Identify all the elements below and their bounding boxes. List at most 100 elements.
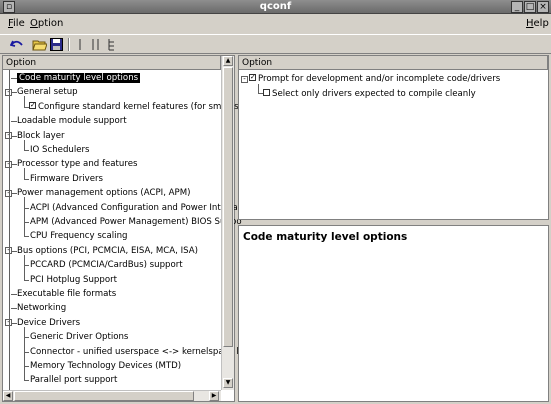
tree-connector-line xyxy=(24,178,29,180)
tree-item-label: Memory Technology Devices (MTD) xyxy=(30,361,182,371)
tree-item-label: Firmware Drivers xyxy=(30,173,104,184)
scroll-left-icon[interactable]: ◀ xyxy=(3,391,13,401)
tree-item-label: Configure standard kernel features (for … xyxy=(38,101,249,112)
tree-hscroll-thumb[interactable] xyxy=(14,391,194,401)
open-folder-icon[interactable] xyxy=(31,37,47,52)
tree-item[interactable]: Code maturity level options xyxy=(17,71,141,86)
tree-branch-line xyxy=(24,168,25,179)
help-title: Code maturity level options xyxy=(243,231,408,243)
menu-option-label: ption xyxy=(37,18,64,29)
tree-branch-line xyxy=(24,326,25,381)
tree-branch-line xyxy=(24,254,25,280)
tree-item-label: APM (Advanced Power Management) BIOS Sup… xyxy=(30,217,242,227)
tree-vertical-scrollbar[interactable]: ▲ ▼ xyxy=(221,56,234,390)
scroll-right-icon[interactable]: ▶ xyxy=(209,391,219,401)
window-title: qconf xyxy=(259,1,292,12)
tree-item-label: PCCARD (PCMCIA/CardBus) support xyxy=(30,260,183,271)
collapse-icon[interactable]: - xyxy=(241,75,248,83)
option-item-label: Prompt for development and/or incomplete… xyxy=(258,74,501,84)
checkbox-icon[interactable]: ✓ xyxy=(249,74,256,81)
checkbox-icon[interactable]: ✓ xyxy=(29,101,36,109)
option-connector-line xyxy=(258,93,263,94)
option-item-label: Select only drivers expected to compile … xyxy=(272,88,476,99)
help-panel: Code maturity level options xyxy=(238,225,549,402)
tree-item[interactable]: PCI Hotplug Support xyxy=(30,273,117,288)
tree-branch-line xyxy=(24,139,25,150)
tree-item-label: Parallel port support xyxy=(30,375,118,386)
tree-item-label: IO Schedulers xyxy=(30,145,90,155)
tree-item[interactable]: CPU Frequency scaling xyxy=(30,229,127,244)
tree-item[interactable]: IO Schedulers xyxy=(30,143,90,158)
tree-item-label: Generic Driver Options xyxy=(30,332,129,343)
scroll-up-icon[interactable]: ▲ xyxy=(223,56,233,66)
split-view-icon[interactable] xyxy=(88,37,104,52)
tree-item[interactable]: ✓ Configure standard kernel features (for… xyxy=(29,100,248,115)
tree-item[interactable]: APM (Advanced Power Management) BIOS Sup… xyxy=(30,215,242,230)
tree-item[interactable]: Processor type and features xyxy=(17,157,137,172)
tree-scroll-thumb[interactable] xyxy=(223,67,233,347)
tree-item-label: Connector - unified userspace <-> kernel… xyxy=(30,346,252,357)
tree-item[interactable]: Power management options (ACPI, APM) xyxy=(17,186,191,201)
menu-file-label: ile xyxy=(13,18,25,29)
config-tree-panel: Option Code maturity level options Genera… xyxy=(2,55,252,402)
option-branch-line xyxy=(258,84,259,93)
tree-item[interactable]: Bus options (PCI, PCMCIA, EISA, MCA, ISA… xyxy=(17,244,198,259)
options-panel: Option ✓ Prompt for development and/or in… xyxy=(238,55,549,220)
menu-bar: File Option Help xyxy=(0,14,551,34)
tree-item[interactable]: General setup xyxy=(17,85,78,100)
tree-item[interactable]: Generic Driver Options xyxy=(30,330,128,345)
save-icon[interactable] xyxy=(48,37,64,52)
tree-item-label: ACPI (Advanced Configuration and Power I… xyxy=(30,202,248,213)
tree-item[interactable]: Memory Technology Devices (MTD) xyxy=(30,359,181,374)
tree-item-label: Networking xyxy=(17,303,67,314)
option-item[interactable]: Select only drivers expected to compile … xyxy=(263,87,476,102)
tree-item[interactable]: ACPI (Advanced Configuration and Power I… xyxy=(30,201,248,216)
close-icon[interactable]: × xyxy=(537,1,549,13)
maximize-icon[interactable]: □ xyxy=(524,1,536,13)
menu-help-label: elp xyxy=(533,18,549,29)
tree-item[interactable]: Connector - unified userspace <-> kernel… xyxy=(30,345,252,360)
tree-item[interactable]: Parallel port support xyxy=(30,373,117,388)
tree-item-label: PCI Hotplug Support xyxy=(30,274,117,285)
toolbar xyxy=(0,34,551,54)
title-bar: qconf ▫ _ □ × xyxy=(0,0,551,14)
single-view-icon[interactable] xyxy=(72,37,88,52)
tree-item-label: Bus options (PCI, PCMCIA, EISA, MCA, ISA… xyxy=(17,245,199,256)
tree-item[interactable]: Loadable module support xyxy=(17,114,127,129)
tree-item[interactable]: PCCARD (PCMCIA/CardBus) support xyxy=(30,258,183,273)
tree-item[interactable]: Device Drivers xyxy=(17,316,80,331)
scroll-down-icon[interactable]: ▼ xyxy=(223,378,233,388)
tree-connector-line xyxy=(24,236,29,238)
tree-item-label: Loadable module support xyxy=(17,116,127,127)
column-header-option[interactable]: Option xyxy=(3,56,221,70)
tree-item[interactable]: Networking xyxy=(17,301,66,316)
menu-option-accel: O xyxy=(30,18,38,29)
tree-item-label: Device Drivers xyxy=(17,317,81,328)
options-column-header[interactable]: Option xyxy=(239,56,548,70)
tree-item-label: General setup xyxy=(17,87,78,98)
undo-icon[interactable] xyxy=(9,37,25,52)
tree-item-label: Power management options (ACPI, APM) xyxy=(17,188,191,199)
tree-connector-line xyxy=(24,279,29,281)
full-view-icon[interactable] xyxy=(104,37,120,52)
tree-connector-line xyxy=(24,150,29,151)
tree-item-label: Processor type and features xyxy=(17,159,138,170)
minimize-icon[interactable]: _ xyxy=(511,1,523,13)
tree-item-label: Executable file formats xyxy=(17,289,117,299)
window-menu-icon[interactable]: ▫ xyxy=(3,1,15,13)
tree-branch-line xyxy=(24,197,25,237)
tree-item[interactable]: Firmware Drivers xyxy=(30,172,103,187)
tree-trunk-line xyxy=(9,70,10,400)
menu-help[interactable]: Help xyxy=(526,18,549,29)
tree-item[interactable]: Executable file formats xyxy=(17,287,116,302)
tree-connector-line xyxy=(24,380,29,382)
tree-item-label: CPU Frequency scaling xyxy=(30,231,128,242)
menu-help-accel: H xyxy=(526,18,534,29)
tree-item-label: Code maturity level options xyxy=(17,73,141,83)
checkbox-icon[interactable] xyxy=(263,88,270,96)
tree-branch-line xyxy=(24,96,25,107)
menu-option[interactable]: Option xyxy=(30,18,63,29)
option-item[interactable]: ✓ Prompt for development and/or incomplet… xyxy=(249,72,500,87)
tree-horizontal-scrollbar[interactable]: ◀ ▶ xyxy=(3,390,221,401)
menu-file[interactable]: File xyxy=(8,18,25,29)
